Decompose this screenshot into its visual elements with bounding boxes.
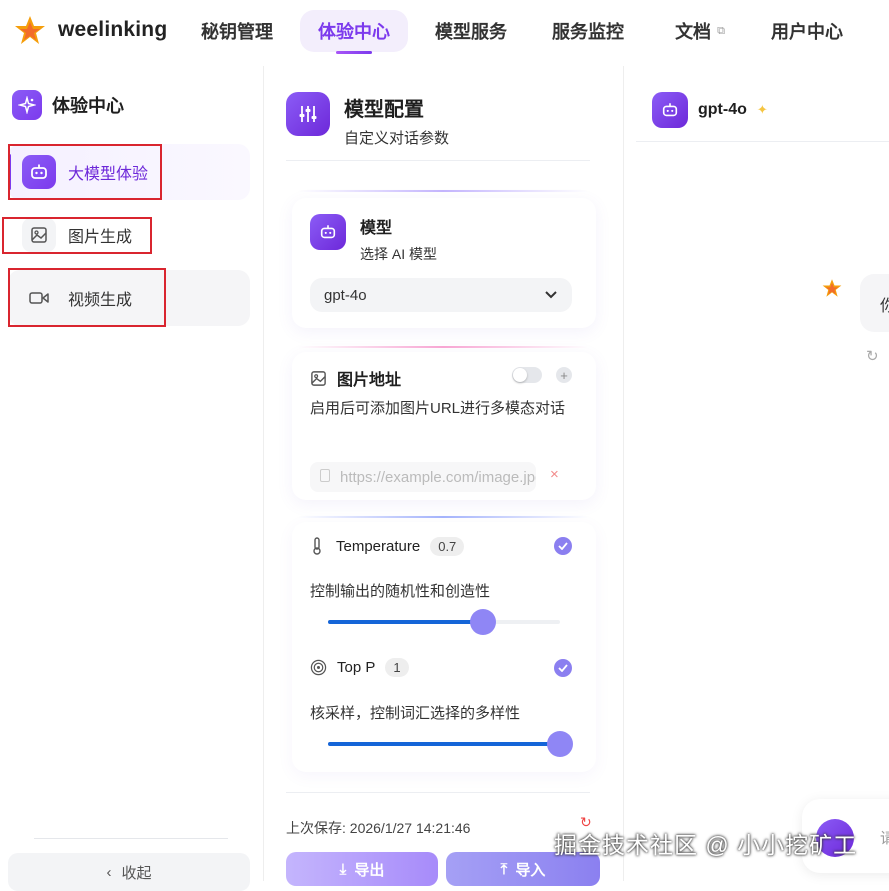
sidebar-title: 体验中心 bbox=[52, 96, 124, 116]
sparkle-icon bbox=[12, 90, 42, 120]
chevron-down-icon bbox=[545, 291, 557, 299]
image-url-placeholder: https://example.com/image.jpg bbox=[340, 468, 536, 486]
image-url-description: 启用后可添加图片URL进行多模态对话 bbox=[310, 400, 566, 417]
temperature-description: 控制输出的随机性和创造性 bbox=[310, 583, 491, 600]
chat-header: gpt-4o ✦ bbox=[652, 92, 768, 128]
watermark-text: 掘金技术社区 @ 小小挖矿工 bbox=[554, 832, 858, 858]
temperature-value-badge: 0.7 bbox=[430, 536, 465, 556]
download-icon: ⤓ bbox=[339, 860, 347, 878]
sidebar: 体验中心 大模型体验 图片生成 视频生成 ‹ 收起 bbox=[0, 66, 264, 891]
robot-icon bbox=[310, 214, 346, 250]
chat-panel: gpt-4o ✦ 你 ↻ 请 bbox=[624, 66, 889, 881]
chat-input-text: 请 bbox=[880, 830, 889, 847]
chevron-left-icon: ‹ bbox=[106, 863, 112, 881]
last-saved-text: 上次保存: 2026/1/27 14:21:46 bbox=[286, 820, 471, 836]
nav-active-indicator bbox=[336, 51, 372, 54]
image-url-controls: + bbox=[512, 367, 572, 383]
nav-item-model-service-label: 模型服务 bbox=[435, 22, 507, 42]
nav-item-keys[interactable]: 秘钥管理 bbox=[186, 10, 288, 52]
nav-item-model-service[interactable]: 模型服务 bbox=[420, 10, 522, 52]
image-url-label: 图片地址 bbox=[337, 372, 402, 389]
config-title: 模型配置 bbox=[344, 99, 424, 121]
nav-item-monitoring[interactable]: 服务监控 bbox=[537, 10, 639, 52]
assistant-message-text: 你 bbox=[880, 298, 889, 315]
model-card-header: 模型 选择 AI 模型 bbox=[310, 214, 437, 264]
model-select[interactable]: gpt-4o bbox=[310, 278, 572, 312]
nav-item-keys-label: 秘钥管理 bbox=[201, 22, 273, 42]
add-image-button[interactable]: + bbox=[556, 367, 572, 383]
config-header: 模型配置 自定义对话参数 bbox=[286, 92, 449, 148]
external-link-icon: ⧉ bbox=[717, 24, 725, 37]
model-sublabel: 选择 AI 模型 bbox=[360, 246, 438, 262]
export-button-label: 导出 bbox=[354, 861, 385, 879]
params-card: Temperature 0.7 控制输出的随机性和创造性 Top P 1 核采样… bbox=[292, 522, 596, 772]
collapse-label: 收起 bbox=[121, 864, 152, 882]
top-p-check-icon[interactable] bbox=[554, 659, 572, 677]
footer-divider bbox=[286, 792, 590, 793]
brand-logo[interactable]: weelinking bbox=[14, 14, 167, 46]
image-icon bbox=[311, 370, 326, 386]
sparkle-icon: ✦ bbox=[756, 102, 768, 117]
chat-header-divider bbox=[636, 141, 889, 142]
chat-model-name: gpt-4o bbox=[698, 101, 747, 118]
config-subtitle: 自定义对话参数 bbox=[344, 130, 450, 147]
image-url-card: 图片地址 + 启用后可添加图片URL进行多模态对话 https://exampl… bbox=[292, 352, 596, 500]
annotation-box-video bbox=[8, 268, 166, 327]
model-card-accent bbox=[298, 190, 588, 192]
model-card: 模型 选择 AI 模型 gpt-4o bbox=[292, 198, 596, 328]
sidebar-divider bbox=[34, 838, 228, 839]
target-icon bbox=[310, 659, 327, 676]
temperature-header: Temperature 0.7 bbox=[310, 536, 465, 556]
sliders-icon bbox=[286, 92, 330, 136]
top-p-value-badge: 1 bbox=[385, 658, 409, 677]
top-p-description: 核采样，控制词汇选择的多样性 bbox=[310, 705, 521, 722]
image-card-accent bbox=[298, 346, 588, 348]
params-card-accent bbox=[298, 516, 588, 518]
temperature-slider-fill bbox=[328, 620, 484, 624]
collapse-button[interactable]: ‹ 收起 bbox=[8, 853, 250, 891]
thermometer-icon bbox=[313, 537, 321, 555]
image-url-input[interactable]: https://example.com/image.jpg bbox=[310, 462, 536, 492]
assistant-message-bubble: 你 bbox=[860, 274, 889, 332]
top-p-slider-handle[interactable] bbox=[547, 731, 573, 757]
nav-item-monitoring-label: 服务监控 bbox=[552, 22, 624, 42]
robot-icon bbox=[652, 92, 688, 128]
model-label: 模型 bbox=[360, 220, 393, 237]
annotation-box-image bbox=[2, 217, 152, 254]
clear-url-icon[interactable]: × bbox=[550, 466, 559, 483]
brand-star-icon bbox=[15, 16, 45, 44]
nav-item-experience-label: 体验中心 bbox=[318, 22, 390, 42]
nav-item-user-center-label: 用户中心 bbox=[771, 22, 843, 42]
temperature-check-icon[interactable] bbox=[554, 537, 572, 555]
config-panel: 模型配置 自定义对话参数 模型 选择 AI 模型 gpt-4o 图片地址 + 启… bbox=[264, 66, 624, 886]
upload-icon: ⤒ bbox=[500, 860, 508, 878]
nav-item-experience[interactable]: 体验中心 bbox=[300, 10, 408, 54]
nav-item-docs[interactable]: 文档 ⧉ bbox=[660, 10, 740, 52]
nav-item-docs-label: 文档 bbox=[675, 22, 712, 42]
temperature-label: Temperature bbox=[336, 537, 421, 555]
file-icon bbox=[320, 469, 330, 482]
temperature-slider-handle[interactable] bbox=[470, 609, 497, 635]
image-url-header: 图片地址 bbox=[310, 366, 401, 390]
image-url-toggle[interactable] bbox=[512, 367, 542, 383]
top-nav-bar: weelinking 秘钥管理 体验中心 模型服务 服务监控 文档 ⧉ 用户中心 bbox=[0, 0, 889, 66]
assistant-avatar-icon bbox=[822, 279, 842, 297]
top-p-label: Top P bbox=[337, 659, 376, 676]
brand-name: weelinking bbox=[58, 18, 168, 41]
regenerate-icon[interactable]: ↻ bbox=[866, 347, 879, 365]
sidebar-header: 体验中心 bbox=[12, 90, 124, 120]
top-p-slider[interactable] bbox=[328, 731, 573, 757]
header-divider bbox=[286, 160, 590, 161]
import-button-label: 导入 bbox=[515, 861, 546, 879]
model-select-value: gpt-4o bbox=[324, 286, 367, 304]
annotation-box-llm bbox=[8, 144, 162, 200]
temperature-slider[interactable] bbox=[328, 609, 560, 635]
top-p-slider-fill bbox=[328, 742, 560, 746]
top-p-header: Top P 1 bbox=[310, 658, 409, 677]
nav-item-user-center[interactable]: 用户中心 bbox=[756, 10, 858, 52]
